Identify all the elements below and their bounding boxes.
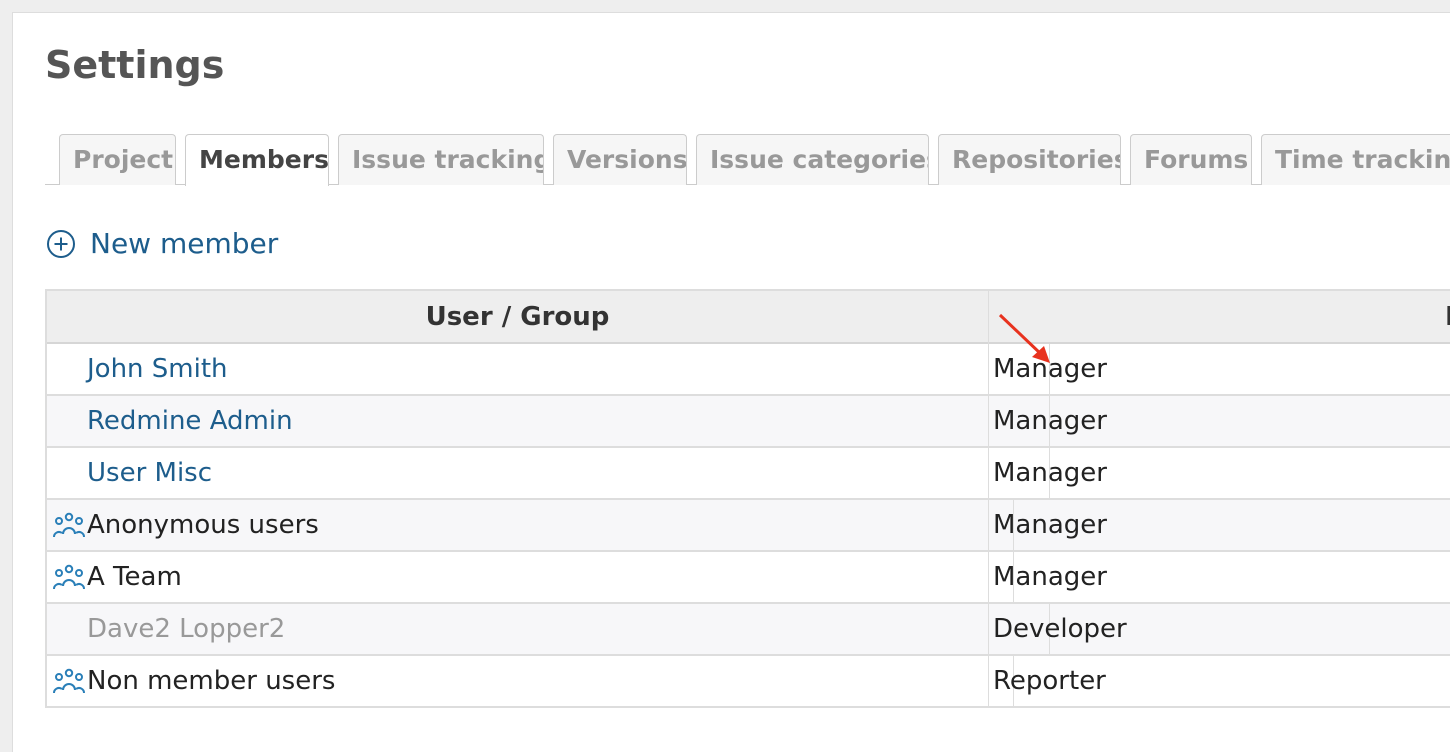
content-panel: Settings Project Members Issue tracking … bbox=[12, 12, 1450, 752]
table-row: Non member users Reporter bbox=[47, 656, 1450, 708]
role-cell: Developer bbox=[993, 614, 1127, 644]
tab-repositories[interactable]: Repositories bbox=[938, 134, 1121, 185]
table-row: Dave2 Lopper2 Developer bbox=[47, 604, 1450, 656]
settings-tabs: Project Members Issue tracking Versions … bbox=[45, 134, 1450, 186]
members-table: User / Group R John Smith Manager Redmin… bbox=[45, 289, 1450, 708]
table-row: Anonymous users Manager bbox=[47, 500, 1450, 552]
role-cell: Manager bbox=[993, 562, 1107, 592]
group-name: Non member users bbox=[87, 666, 336, 696]
page-title: Settings bbox=[45, 43, 225, 87]
tab-members[interactable]: Members bbox=[185, 134, 329, 186]
table-row: Redmine Admin Manager bbox=[47, 396, 1450, 448]
tab-issue-categories[interactable]: Issue categories bbox=[696, 134, 929, 185]
new-member-link[interactable]: New member bbox=[46, 227, 278, 260]
role-cell: Manager bbox=[993, 458, 1107, 488]
table-header: User / Group R bbox=[47, 289, 1450, 344]
plus-circle-icon bbox=[47, 229, 75, 258]
locked-user-name: Dave2 Lopper2 bbox=[87, 614, 286, 644]
role-cell: Manager bbox=[993, 406, 1107, 436]
column-header-user-group[interactable]: User / Group bbox=[47, 291, 989, 344]
role-cell: Manager bbox=[993, 510, 1107, 540]
tab-forums[interactable]: Forums bbox=[1130, 134, 1252, 185]
tab-versions[interactable]: Versions bbox=[553, 134, 687, 185]
group-name: Anonymous users bbox=[87, 510, 319, 540]
role-cell: Manager bbox=[993, 354, 1107, 384]
table-row: A Team Manager bbox=[47, 552, 1450, 604]
group-name: A Team bbox=[87, 562, 182, 592]
new-member-label: New member bbox=[90, 227, 279, 260]
group-icon bbox=[53, 512, 85, 538]
group-icon bbox=[53, 668, 85, 694]
group-icon bbox=[53, 564, 85, 590]
table-row: User Misc Manager bbox=[47, 448, 1450, 500]
user-link[interactable]: User Misc bbox=[87, 458, 212, 488]
user-link[interactable]: John Smith bbox=[87, 354, 228, 384]
tab-project[interactable]: Project bbox=[59, 134, 176, 185]
role-cell: Reporter bbox=[993, 666, 1106, 696]
tab-time-tracking[interactable]: Time tracking bbox=[1261, 134, 1450, 185]
tab-issue-tracking[interactable]: Issue tracking bbox=[338, 134, 544, 185]
column-header-roles[interactable]: R bbox=[989, 291, 1450, 344]
user-link[interactable]: Redmine Admin bbox=[87, 406, 293, 436]
table-row: John Smith Manager bbox=[47, 344, 1450, 396]
